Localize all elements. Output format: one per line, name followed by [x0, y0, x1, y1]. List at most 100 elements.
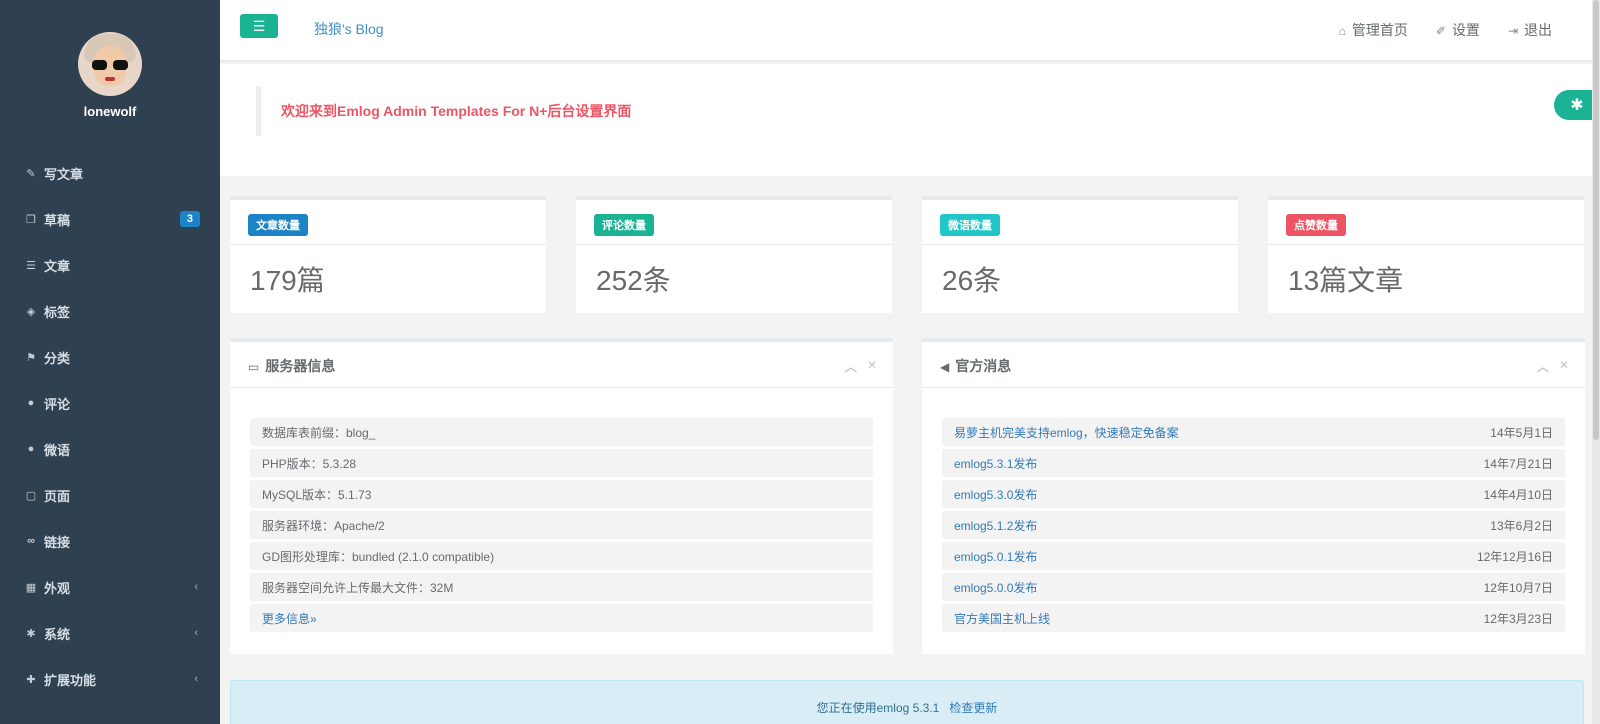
puzzle-icon: ✚ — [26, 673, 36, 686]
list-item: 服务器空间允许上传最大文件：32M — [250, 573, 873, 601]
drafts-icon: ❐ — [26, 213, 36, 226]
sidebar-item-0[interactable]: ✎ 写文章 — [0, 150, 220, 196]
scrollbar[interactable] — [1592, 0, 1600, 724]
wrench-icon: ✐ — [1435, 24, 1446, 38]
list-item: emlog5.0.0发布 12年10月7日 — [942, 573, 1565, 601]
sidebar-item-7[interactable]: ▢ 页面 — [0, 472, 220, 518]
file-icon: ▢ — [25, 489, 37, 502]
sidebar-item-3[interactable]: ◈ 标签 — [0, 288, 220, 334]
top-link-1[interactable]: ✐ 设置 — [1436, 20, 1480, 40]
stat-label: 评论数量 — [594, 214, 654, 236]
blog-title-link[interactable]: 独狼's Blog — [314, 19, 384, 39]
list-item: PHP版本：5.3.28 — [250, 449, 873, 477]
news-panel: ◀ 官方消息 ︿ ✕ 易萝主机完美支持emlog，快速稳定免备案 14年5月1日 em… — [922, 338, 1585, 654]
list-item: emlog5.0.1发布 12年12月16日 — [942, 542, 1565, 570]
sidebar-item-6[interactable]: ● 微语 — [0, 426, 220, 472]
close-icon[interactable]: ✕ — [867, 358, 877, 375]
drafts-count-badge: 3 — [179, 211, 200, 227]
list-item: emlog5.1.2发布 13年6月2日 — [942, 511, 1565, 539]
sidebar-item-10[interactable]: ✱ 系统 ‹ — [0, 610, 220, 656]
stat-value: 13篇文章 — [1288, 265, 1404, 296]
stat-box: 文章数量 179篇 — [230, 196, 546, 313]
sidebar-item-5[interactable]: ● 评论 — [0, 380, 220, 426]
sidebar-item-label: 写文章 — [44, 166, 84, 182]
sidebar-item-2[interactable]: ☰ 文章 — [0, 242, 220, 288]
windows-icon: ▦ — [25, 581, 37, 594]
collapse-icon[interactable]: ︿ — [1537, 358, 1549, 375]
sidebar-item-label: 链接 — [44, 534, 71, 550]
sidebar-item-4[interactable]: ⚑ 分类 — [0, 334, 220, 380]
panel-header: ◀ 官方消息 ︿ ✕ — [922, 342, 1585, 388]
news-date: 14年7月21日 — [1483, 456, 1553, 471]
server-info-list: 数据库表前缀：blog_ PHP版本：5.3.28 MySQL版本：5.1.73 服务… — [230, 388, 893, 632]
chevron-left-icon: ‹ — [194, 627, 198, 639]
news-link[interactable]: 官方美国主机上线 — [954, 610, 1050, 627]
news-link[interactable]: 易萝主机完美支持emlog，快速稳定免备案 — [954, 424, 1179, 441]
home-icon: ⌂ — [1338, 24, 1346, 38]
chevron-left-icon: ‹ — [194, 673, 198, 685]
panel-title: 服务器信息 — [265, 358, 336, 374]
news-link[interactable]: emlog5.0.0发布 — [954, 579, 1037, 596]
top-link-label: 设置 — [1451, 22, 1480, 38]
top-links: ⌂ 管理首页 ✐ 设置 ⇥ 退出 — [1339, 20, 1552, 40]
sign-out-icon: ⇥ — [1507, 24, 1518, 38]
sidebar-item-8[interactable]: ∞ 链接 — [0, 518, 220, 564]
flag-icon: ⚑ — [26, 351, 36, 364]
close-icon[interactable]: ✕ — [1559, 358, 1569, 375]
top-link-label: 管理首页 — [1351, 22, 1408, 38]
list-item: 易萝主机完美支持emlog，快速稳定免备案 14年5月1日 — [942, 418, 1565, 446]
volume-icon: ◀ — [940, 360, 950, 374]
profile: lonewolf — [0, 0, 220, 150]
server-info-text: GD图形处理库：bundled (2.1.0 compatible) — [262, 549, 495, 564]
top-link-2[interactable]: ⇥ 退出 — [1508, 20, 1552, 40]
version-text: 您正在使用emlog 5.3.1 — [816, 701, 940, 715]
more-info-link[interactable]: 更多信息» — [262, 610, 317, 627]
list-icon: ☰ — [26, 259, 36, 272]
stat-label: 微语数量 — [940, 214, 1000, 236]
list-item: 更多信息» — [250, 604, 873, 632]
check-update-link[interactable]: 检查更新 — [949, 701, 997, 715]
sidebar-item-label: 文章 — [44, 258, 71, 274]
news-date: 12年12月16日 — [1476, 549, 1553, 564]
news-date: 12年10月7日 — [1483, 580, 1553, 595]
news-link[interactable]: emlog5.3.1发布 — [954, 455, 1037, 472]
list-item: MySQL版本：5.1.73 — [250, 480, 873, 508]
collapse-icon[interactable]: ︿ — [845, 358, 857, 375]
news-link[interactable]: emlog5.0.1发布 — [954, 548, 1037, 565]
laptop-icon: ▭ — [248, 360, 260, 374]
news-date: 14年5月1日 — [1490, 425, 1553, 440]
top-link-label: 退出 — [1524, 22, 1552, 38]
stat-box: 点赞数量 13篇文章 — [1268, 196, 1584, 313]
server-info-text: 数据库表前缀：blog_ — [262, 425, 376, 440]
sidebar-item-label: 系统 — [44, 626, 71, 642]
hamburger-icon: ☰ — [252, 17, 266, 34]
username[interactable]: lonewolf — [0, 104, 220, 119]
sidebar-nav: ✎ 写文章 ❐ 草稿 3 ☰ 文章 ◈ 标签 ⚑ 分类 ● 评论 ● 微语 ▢ 页面 ∞ 链接 ▦ 外观 ‹ ✱ 系统 ‹ ✚ 扩展… — [0, 150, 220, 702]
scrollbar-thumb[interactable] — [1593, 0, 1599, 440]
news-link[interactable]: emlog5.3.0发布 — [954, 486, 1037, 503]
sidebar-item-label: 扩展功能 — [44, 672, 97, 688]
sidebar-item-1[interactable]: ❐ 草稿 3 — [0, 196, 220, 242]
news-date: 12年3月23日 — [1483, 611, 1553, 626]
menu-toggle-button[interactable]: ☰ — [240, 14, 278, 38]
sidebar-item-9[interactable]: ▦ 外观 ‹ — [0, 564, 220, 610]
sidebar-item-11[interactable]: ✚ 扩展功能 ‹ — [0, 656, 220, 702]
server-info-text: 服务器空间允许上传最大文件：32M — [262, 580, 454, 595]
list-item: emlog5.3.1发布 14年7月21日 — [942, 449, 1565, 477]
server-info-text: 服务器环境：Apache/2 — [262, 518, 385, 533]
list-item: GD图形处理库：bundled (2.1.0 compatible) — [250, 542, 873, 570]
avatar[interactable] — [78, 32, 142, 96]
version-alert: 您正在使用emlog 5.3.1 检查更新 — [230, 680, 1584, 724]
comment-icon: ● — [27, 443, 35, 455]
sidebar-item-label: 页面 — [44, 488, 71, 504]
list-item: 官方美国主机上线 12年3月23日 — [942, 604, 1565, 632]
sidebar-item-label: 标签 — [44, 304, 71, 320]
sidebar-item-label: 微语 — [44, 442, 71, 458]
stat-header: 文章数量 — [230, 200, 546, 245]
news-link[interactable]: emlog5.1.2发布 — [954, 517, 1037, 534]
chevron-left-icon: ‹ — [194, 581, 198, 593]
top-link-0[interactable]: ⌂ 管理首页 — [1339, 20, 1408, 40]
server-info-text: MySQL版本：5.1.73 — [262, 487, 372, 502]
list-item: 服务器环境：Apache/2 — [250, 511, 873, 539]
list-item: emlog5.3.0发布 14年4月10日 — [942, 480, 1565, 508]
